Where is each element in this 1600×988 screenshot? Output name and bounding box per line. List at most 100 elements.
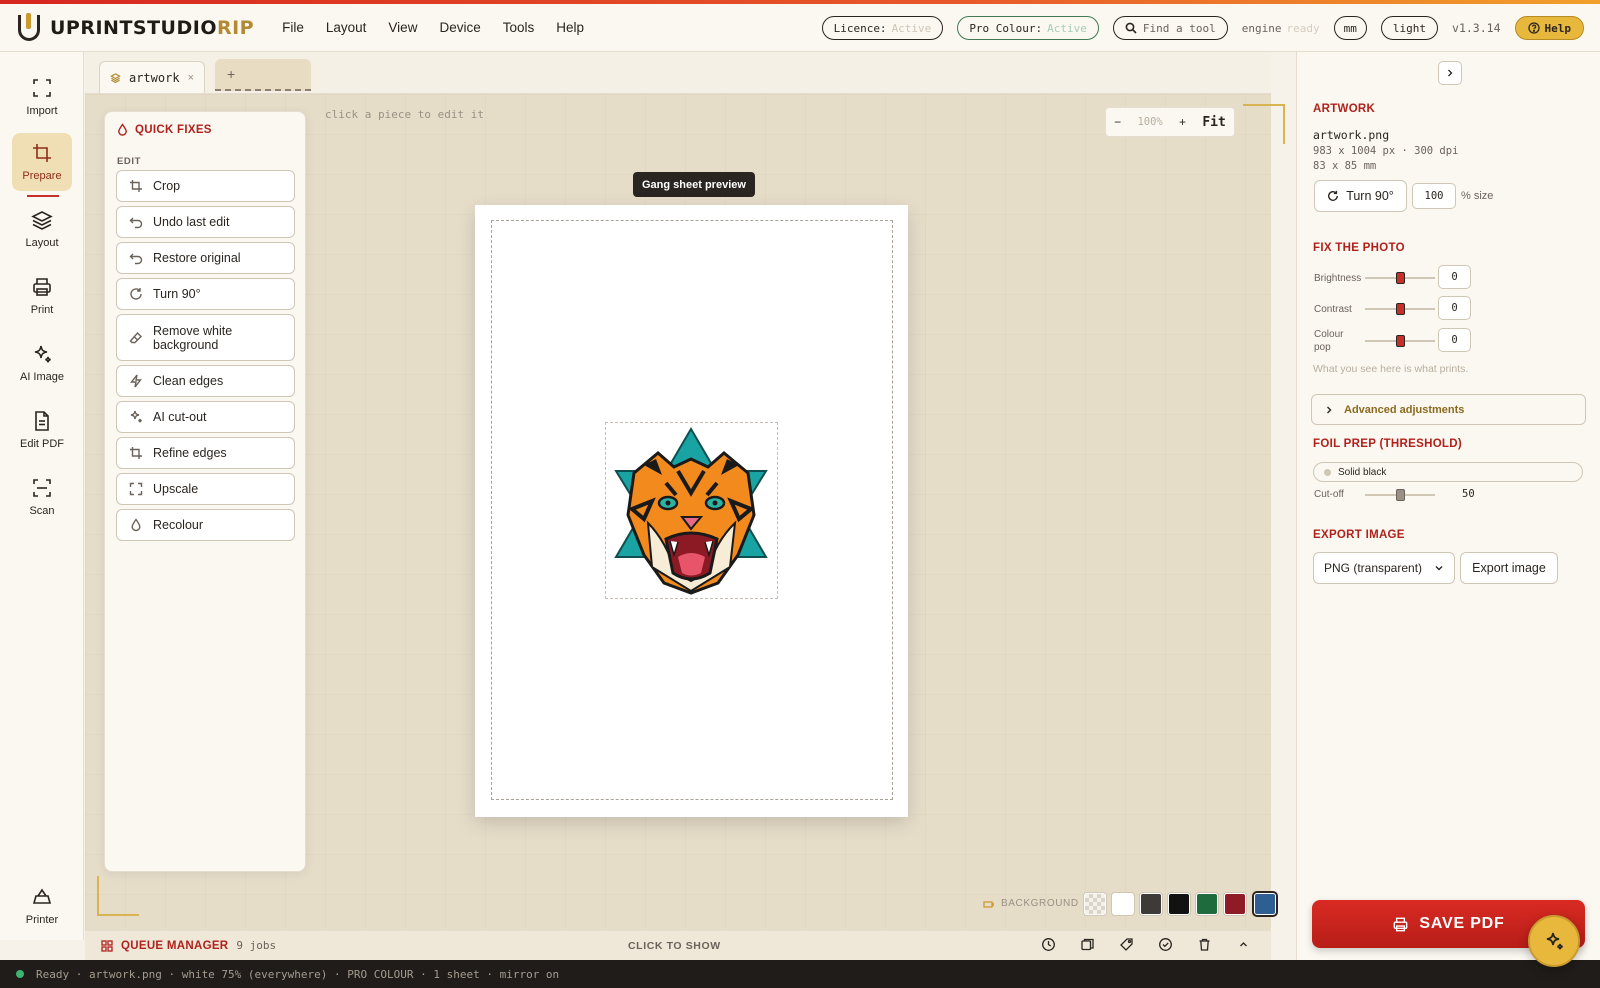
menu-bar: File Layout View Device Tools Help (282, 20, 584, 35)
cutoff-value: 50 (1462, 488, 1475, 500)
restore-icon (129, 253, 143, 265)
solid-black-toggle[interactable]: Solid black (1313, 462, 1583, 482)
menu-tools[interactable]: Tools (503, 20, 535, 35)
recolour-button[interactable]: Recolour (116, 509, 295, 541)
refine-edges-button[interactable]: Refine edges (116, 437, 295, 469)
search-placeholder: Find a tool (1142, 21, 1216, 35)
swatch-blue[interactable] (1254, 893, 1276, 915)
menu-layout[interactable]: Layout (326, 20, 367, 35)
swatch-white[interactable] (1112, 893, 1134, 915)
brightness-label: Brightness (1314, 273, 1362, 284)
brightness-slider[interactable] (1365, 272, 1435, 284)
rail-label: AI Image (19, 371, 65, 383)
artwork-pixel-info: 983 x 1004 px · 300 dpi (1313, 145, 1459, 157)
engine-status: engine ready (1242, 22, 1320, 35)
rail-label: Edit PDF (19, 438, 64, 450)
restore-original-button[interactable]: Restore original (116, 242, 295, 274)
chevron-up-icon[interactable] (1236, 937, 1251, 952)
contrast-thumb[interactable] (1396, 303, 1405, 315)
rail-item-edit-pdf[interactable]: Edit PDF (12, 401, 72, 459)
undo-icon (129, 217, 143, 229)
bolt-icon (130, 374, 142, 388)
rail-item-ai-image[interactable]: AI Image (12, 334, 72, 392)
upscale-button[interactable]: Upscale (116, 473, 295, 505)
export-format-select[interactable]: PNG (transparent) (1313, 552, 1455, 584)
swatch-burgundy[interactable] (1224, 893, 1246, 915)
queue-actions (1041, 937, 1251, 952)
swatch-green[interactable] (1196, 893, 1218, 915)
rail-item-prepare[interactable]: Prepare (12, 133, 72, 197)
zoom-fit-button[interactable]: Fit (1202, 115, 1225, 130)
swatch-charcoal[interactable] (1140, 893, 1162, 915)
document-icon (35, 411, 49, 431)
tool-search[interactable]: Find a tool (1112, 16, 1228, 40)
rail-item-print[interactable]: Print (12, 267, 72, 325)
colour-pop-value[interactable]: 0 (1438, 328, 1471, 352)
grid-icon (101, 939, 113, 952)
duplicate-icon[interactable] (1080, 937, 1095, 952)
theme-toggle[interactable]: light (1380, 16, 1439, 40)
menu-help[interactable]: Help (556, 20, 584, 35)
undo-last-edit-button[interactable]: Undo last edit (116, 206, 295, 238)
brightness-value[interactable]: 0 (1438, 265, 1471, 289)
tag-icon[interactable] (1119, 937, 1134, 952)
zoom-level: 100% (1137, 116, 1163, 128)
ai-assistant-button[interactable] (1528, 915, 1580, 967)
remove-white-background-button[interactable]: Remove white background (116, 314, 295, 361)
queue-show-toggle[interactable]: CLICK TO SHOW (628, 940, 721, 952)
trash-icon[interactable] (1197, 937, 1212, 952)
add-tab-button[interactable]: + (215, 59, 311, 91)
brightness-thumb[interactable] (1396, 272, 1405, 284)
pro-colour-status-pill[interactable]: Pro Colour: Active (957, 16, 1099, 40)
tab-artwork[interactable]: artwork × (99, 61, 205, 93)
licence-status-pill[interactable]: Licence: Active (821, 16, 944, 40)
cutoff-slider[interactable] (1365, 489, 1435, 501)
zoom-out-button[interactable]: − (1114, 115, 1121, 129)
size-percent-input[interactable]: 100 (1412, 183, 1456, 209)
swatch-black[interactable] (1168, 893, 1190, 915)
menu-file[interactable]: File (282, 20, 304, 35)
zoom-in-button[interactable]: + (1179, 115, 1186, 129)
export-heading: EXPORT IMAGE (1313, 529, 1405, 541)
export-image-button[interactable]: Export image (1460, 552, 1558, 584)
swatch-transparent[interactable] (1084, 893, 1106, 915)
queue-manager-bar[interactable]: QUEUE MANAGER 9 jobs CLICK TO SHOW (85, 930, 1271, 960)
menu-view[interactable]: View (388, 20, 417, 35)
chevron-right-icon (1327, 406, 1332, 413)
artwork-piece[interactable] (605, 422, 778, 599)
rail-item-layout[interactable]: Layout (12, 200, 72, 258)
licence-label: Licence: (833, 21, 887, 35)
clean-edges-button[interactable]: Clean edges (116, 365, 295, 397)
ai-cut-out-button[interactable]: AI cut-out (116, 401, 295, 433)
tab-close-icon[interactable]: × (188, 72, 194, 84)
history-icon[interactable] (1041, 937, 1056, 952)
crop-button[interactable]: Crop (116, 170, 295, 202)
rail-item-import[interactable]: Import (12, 68, 72, 126)
pro-colour-value: Active (1047, 21, 1087, 35)
toggle-indicator (1324, 468, 1331, 476)
turn-90-button[interactable]: Turn 90° (1314, 180, 1407, 212)
quick-fixes-title: QUICK FIXES (117, 123, 212, 136)
check-circle-icon[interactable] (1158, 937, 1173, 952)
search-icon (1125, 22, 1137, 34)
queue-job-count: 9 jobs (236, 939, 277, 952)
colour-pop-slider[interactable] (1365, 335, 1435, 347)
advanced-adjustments-toggle[interactable]: Advanced adjustments (1311, 394, 1586, 425)
rail-item-printer[interactable]: Printer (12, 877, 72, 935)
colour-pop-thumb[interactable] (1396, 335, 1405, 347)
menu-device[interactable]: Device (439, 20, 480, 35)
background-label: BACKGROUND (982, 897, 1079, 909)
turn-90-button[interactable]: Turn 90° (116, 278, 295, 310)
contrast-slider[interactable] (1365, 303, 1435, 315)
rail-item-scan[interactable]: Scan (12, 468, 72, 526)
contrast-value[interactable]: 0 (1438, 296, 1471, 320)
contrast-label: Contrast (1314, 304, 1352, 315)
layers-icon (31, 211, 53, 230)
printer-icon (33, 278, 51, 296)
app-logo: UPRINTSTUDIORIP (18, 4, 254, 52)
help-button[interactable]: Help (1514, 16, 1584, 40)
collapse-panel-button[interactable] (1438, 61, 1462, 85)
document-tabs: artwork × + (85, 52, 1271, 94)
cutoff-thumb[interactable] (1396, 489, 1405, 501)
units-toggle[interactable]: mm (1333, 16, 1367, 40)
